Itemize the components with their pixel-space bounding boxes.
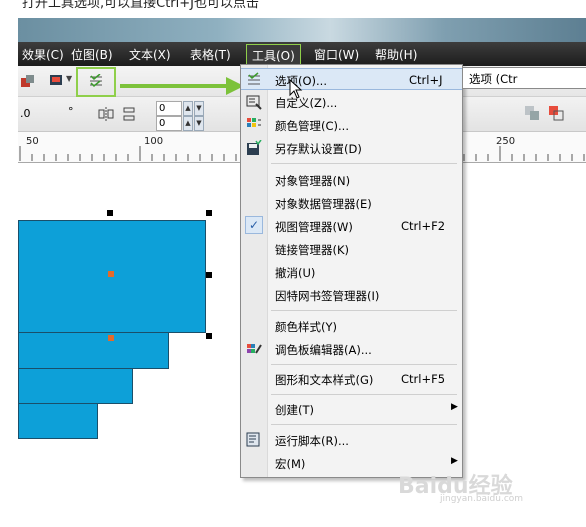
menu-item-label: 创建(T) — [275, 403, 314, 417]
menu-item-label: 自定义(Z)... — [275, 96, 338, 110]
menu-separator — [271, 310, 457, 311]
window-title-band — [18, 18, 586, 42]
menu-item-label: 对象管理器(N) — [275, 174, 351, 188]
menu-item-label: 撤消(U) — [275, 266, 316, 280]
menu-item-label: 运行脚本(R)... — [275, 434, 349, 448]
menu-table[interactable]: 表格(T) — [190, 46, 231, 63]
menu-item-object-data-manager[interactable]: 对象数据管理器(E) — [241, 192, 462, 214]
menu-item-color-management[interactable]: 颜色管理(C)... — [241, 114, 462, 136]
center-marker — [108, 335, 114, 341]
save-defaults-icon — [247, 140, 262, 155]
offset-x-spinner[interactable]: ▲ — [183, 101, 193, 116]
mirror-vertical-icon[interactable] — [122, 106, 138, 122]
menu-item-color-styles[interactable]: 颜色样式(Y) — [241, 315, 462, 337]
import-icon[interactable] — [20, 73, 36, 89]
menu-item-options[interactable]: 选项(O)... Ctrl+J — [241, 68, 462, 90]
baidu-watermark-url: jingyan.baidu.com — [440, 494, 524, 504]
menu-item-palette-editor[interactable]: 调色板编辑器(A)... — [241, 338, 462, 360]
menu-window[interactable]: 窗口(W) — [314, 46, 359, 63]
menubar: 效果(C) 位图(B) 文本(X) 表格(T) 工具(O) 窗口(W) 帮助(H… — [18, 42, 586, 67]
selection-handle[interactable] — [107, 210, 113, 216]
blue-rectangle[interactable] — [18, 400, 98, 439]
menu-help[interactable]: 帮助(H) — [375, 46, 417, 63]
ruler-label: 50 — [26, 136, 39, 147]
submenu-arrow-icon: ▶ — [451, 402, 458, 412]
menu-text[interactable]: 文本(X) — [129, 46, 171, 63]
checkmark-icon: ✓ — [245, 216, 263, 234]
menu-item-save-defaults[interactable]: 另存默认设置(D) — [241, 137, 462, 159]
menu-item-shortcut: Ctrl+J — [409, 73, 443, 87]
offset-x-input[interactable]: 0 — [156, 101, 182, 116]
menu-separator — [271, 163, 457, 164]
annotation-arrow-icon — [120, 77, 244, 95]
submenu-arrow-icon: ▶ — [451, 456, 458, 466]
menu-item-link-manager[interactable]: 链接管理器(K) — [241, 238, 462, 260]
menu-item-shortcut: Ctrl+F5 — [401, 372, 446, 386]
position-field-value[interactable]: .0 — [20, 107, 31, 120]
menu-item-internet-bookmark-manager[interactable]: 因特网书签管理器(I) — [241, 284, 462, 306]
selection-handle[interactable] — [206, 210, 212, 216]
menu-item-label: 颜色管理(C)... — [275, 119, 349, 133]
menu-bitmaps[interactable]: 位图(B) — [71, 46, 113, 63]
menu-item-label: 图形和文本样式(G) — [275, 373, 374, 387]
angle-unit-label: ° — [68, 105, 74, 118]
tooltip-text: 选项 (Ctr — [469, 72, 518, 86]
trim-icon[interactable] — [548, 105, 564, 121]
menu-item-label: 链接管理器(K) — [275, 243, 350, 257]
menu-separator — [271, 364, 457, 365]
menu-item-label: 调色板编辑器(A)... — [275, 343, 372, 357]
menu-item-undo[interactable]: 撤消(U) — [241, 261, 462, 283]
offset-x-spinner-alt[interactable]: ▼ — [194, 101, 204, 116]
menu-separator — [271, 424, 457, 425]
menu-item-graphic-text-styles[interactable]: 图形和文本样式(G) Ctrl+F5 — [241, 368, 462, 390]
menu-item-label: 颜色样式(Y) — [275, 320, 337, 334]
selection-handle[interactable] — [206, 333, 212, 339]
offset-y-input[interactable]: 0 — [156, 116, 182, 131]
palette-editor-icon — [247, 344, 262, 354]
options-icon[interactable] — [88, 74, 104, 90]
menu-item-label: 另存默认设置(D) — [275, 142, 362, 156]
weld-icon[interactable] — [524, 105, 540, 121]
menu-item-label: 视图管理器(W) — [275, 220, 353, 234]
menu-item-object-manager[interactable]: 对象管理器(N) — [241, 169, 462, 191]
selection-handle[interactable] — [206, 272, 212, 278]
menu-item-view-manager[interactable]: ✓ 视图管理器(W) Ctrl+F2 — [241, 215, 462, 237]
run-script-icon — [246, 432, 260, 447]
page-caption: 打开工具选项,可以直接Ctrl+J也可以点击 — [22, 0, 259, 11]
menu-item-customize[interactable]: 自定义(Z)... — [241, 91, 462, 113]
offset-y-spinner-alt[interactable]: ▼ — [194, 116, 204, 131]
customize-icon — [246, 95, 262, 110]
options-icon — [248, 72, 260, 85]
tools-dropdown-menu: 选项(O)... Ctrl+J 自定义(Z)... 颜色管理(C)... 另存默… — [240, 64, 463, 478]
tooltip: 选项 (Ctr — [462, 67, 586, 89]
blue-rectangle[interactable] — [18, 366, 133, 404]
menu-separator — [271, 394, 457, 395]
menu-item-label: 因特网书签管理器(I) — [275, 289, 380, 303]
ruler-label: 100 — [144, 136, 164, 147]
offset-y-spinner[interactable]: ▲ — [183, 116, 193, 131]
menu-item-run-script[interactable]: 运行脚本(R)... — [241, 429, 462, 451]
menu-item-label: 对象数据管理器(E) — [275, 197, 372, 211]
menu-item-label: 宏(M) — [275, 457, 306, 471]
blue-rectangle[interactable] — [18, 330, 169, 369]
mirror-horizontal-icon[interactable] — [98, 106, 114, 122]
color-management-icon — [247, 118, 261, 127]
center-marker — [108, 271, 114, 277]
ruler-label: 250 — [496, 136, 516, 147]
menu-item-create[interactable]: 创建(T) ▶ — [241, 398, 462, 420]
menu-effects[interactable]: 效果(C) — [22, 46, 64, 63]
export-icon[interactable] — [48, 73, 64, 89]
menu-item-shortcut: Ctrl+F2 — [401, 219, 446, 233]
export-dropdown-icon[interactable]: ▼ — [66, 74, 72, 83]
